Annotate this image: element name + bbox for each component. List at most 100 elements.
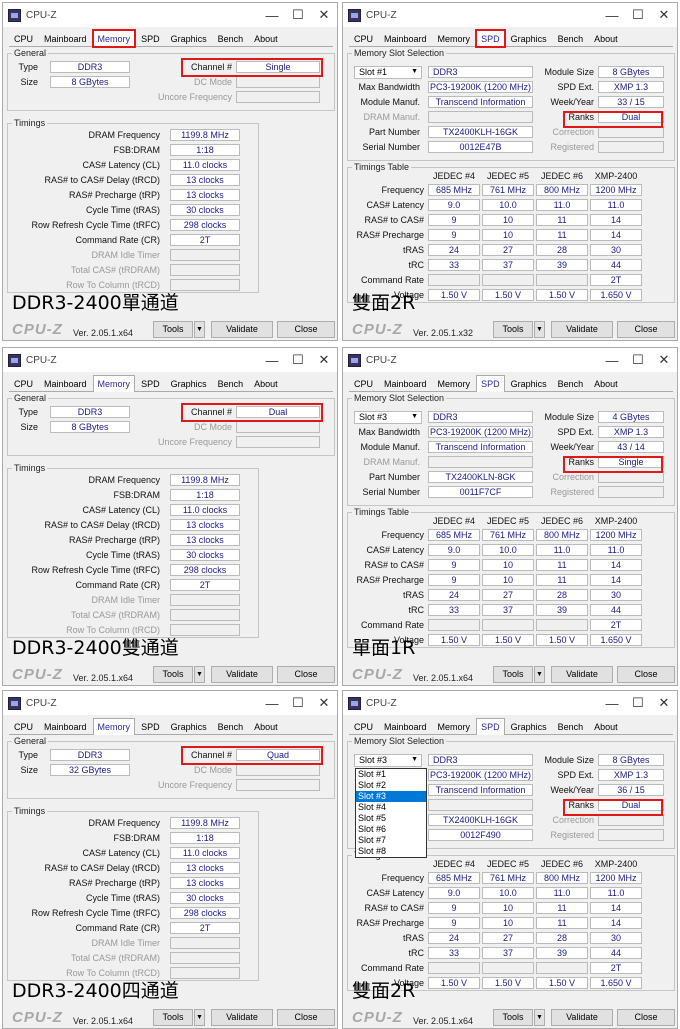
slot-option[interactable]: Slot #7 <box>356 835 426 846</box>
tab-memory[interactable]: Memory <box>433 30 476 47</box>
tab-graphics[interactable]: Graphics <box>506 30 552 47</box>
validate-button[interactable]: Validate <box>551 666 613 683</box>
tab-spd[interactable]: SPD <box>475 29 506 48</box>
tab-bench[interactable]: Bench <box>553 30 589 47</box>
validate-button[interactable]: Validate <box>551 321 613 338</box>
tab-bench[interactable]: Bench <box>213 375 249 392</box>
close-button[interactable]: Close <box>617 321 675 338</box>
tab-cpu[interactable]: CPU <box>349 30 378 47</box>
close-button[interactable]: Close <box>277 321 335 338</box>
minimize-icon[interactable]: — <box>599 696 625 711</box>
close-icon[interactable]: ✕ <box>651 695 677 711</box>
tab-about[interactable]: About <box>589 375 623 392</box>
minimize-icon[interactable]: — <box>259 353 285 368</box>
tab-cpu[interactable]: CPU <box>9 30 38 47</box>
maximize-icon[interactable]: ☐ <box>625 695 651 711</box>
tab-cpu[interactable]: CPU <box>9 375 38 392</box>
tools-dropdown-arrow-icon[interactable]: ▼ <box>194 666 205 683</box>
validate-button[interactable]: Validate <box>211 666 273 683</box>
close-button[interactable]: Close <box>277 666 335 683</box>
maximize-icon[interactable]: ☐ <box>625 7 651 23</box>
tab-bench[interactable]: Bench <box>553 718 589 735</box>
slot-select[interactable]: Slot #3 ▼ <box>354 411 422 424</box>
tab-mainboard[interactable]: Mainboard <box>39 718 92 735</box>
slot-option[interactable]: Slot #6 <box>356 824 426 835</box>
validate-button[interactable]: Validate <box>211 1009 273 1026</box>
chevron-down-icon[interactable]: ▼ <box>411 412 418 422</box>
tab-memory[interactable]: Memory <box>92 718 136 735</box>
slot-option[interactable]: Slot #8 <box>356 846 426 857</box>
tools-dropdown-arrow-icon[interactable]: ▼ <box>194 1009 205 1026</box>
slot-dropdown-list[interactable]: Slot #1 Slot #2 Slot #3 Slot #4 Slot #5 Slot … <box>355 768 427 858</box>
tab-spd[interactable]: SPD <box>136 375 165 392</box>
tab-graphics[interactable]: Graphics <box>506 718 552 735</box>
tab-about[interactable]: About <box>589 30 623 47</box>
validate-button[interactable]: Validate <box>211 321 273 338</box>
tab-mainboard[interactable]: Mainboard <box>39 375 92 392</box>
slot-option[interactable]: Slot #2 <box>356 780 426 791</box>
tab-bench[interactable]: Bench <box>213 30 249 47</box>
tools-dropdown-arrow-icon[interactable]: ▼ <box>534 1009 545 1026</box>
tab-mainboard[interactable]: Mainboard <box>379 375 432 392</box>
tab-mainboard[interactable]: Mainboard <box>379 30 432 47</box>
minimize-icon[interactable]: — <box>259 696 285 711</box>
tab-cpu[interactable]: CPU <box>349 718 378 735</box>
tools-button[interactable]: Tools <box>153 666 193 683</box>
tools-button[interactable]: Tools <box>493 321 533 338</box>
tools-button[interactable]: Tools <box>493 666 533 683</box>
tab-graphics[interactable]: Graphics <box>166 718 212 735</box>
tab-spd[interactable]: SPD <box>476 375 505 392</box>
slot-option[interactable]: Slot #5 <box>356 813 426 824</box>
chevron-down-icon[interactable]: ▼ <box>411 755 418 765</box>
maximize-icon[interactable]: ☐ <box>285 695 311 711</box>
tab-about[interactable]: About <box>249 375 283 392</box>
tab-bench[interactable]: Bench <box>553 375 589 392</box>
tab-spd[interactable]: SPD <box>136 718 165 735</box>
tab-graphics[interactable]: Graphics <box>166 375 212 392</box>
close-icon[interactable]: ✕ <box>311 7 337 23</box>
close-icon[interactable]: ✕ <box>311 695 337 711</box>
minimize-icon[interactable]: — <box>599 353 625 368</box>
tab-memory[interactable]: Memory <box>433 375 476 392</box>
tab-spd[interactable]: SPD <box>476 718 505 735</box>
tab-memory[interactable]: Memory <box>91 29 137 48</box>
tools-dropdown-arrow-icon[interactable]: ▼ <box>194 321 205 338</box>
tab-cpu[interactable]: CPU <box>349 375 378 392</box>
tab-graphics[interactable]: Graphics <box>166 30 212 47</box>
tab-about[interactable]: About <box>249 30 283 47</box>
tab-cpu[interactable]: CPU <box>9 718 38 735</box>
close-icon[interactable]: ✕ <box>651 352 677 368</box>
tools-button[interactable]: Tools <box>493 1009 533 1026</box>
slot-option[interactable]: Slot #1 <box>356 769 426 780</box>
tab-memory[interactable]: Memory <box>92 375 136 392</box>
close-button[interactable]: Close <box>277 1009 335 1026</box>
maximize-icon[interactable]: ☐ <box>285 352 311 368</box>
tools-button[interactable]: Tools <box>153 321 193 338</box>
slot-option[interactable]: Slot #4 <box>356 802 426 813</box>
slot-option[interactable]: Slot #3 <box>356 791 426 802</box>
tab-mainboard[interactable]: Mainboard <box>39 30 92 47</box>
close-button[interactable]: Close <box>617 1009 675 1026</box>
tab-mainboard[interactable]: Mainboard <box>379 718 432 735</box>
validate-button[interactable]: Validate <box>551 1009 613 1026</box>
slot-select[interactable]: Slot #1 ▼ <box>354 66 422 79</box>
tab-about[interactable]: About <box>589 718 623 735</box>
minimize-icon[interactable]: — <box>259 8 285 23</box>
tab-memory[interactable]: Memory <box>433 718 476 735</box>
tools-button[interactable]: Tools <box>153 1009 193 1026</box>
tab-graphics[interactable]: Graphics <box>506 375 552 392</box>
tools-dropdown-arrow-icon[interactable]: ▼ <box>534 321 545 338</box>
minimize-icon[interactable]: — <box>599 8 625 23</box>
tab-bench[interactable]: Bench <box>213 718 249 735</box>
close-button[interactable]: Close <box>617 666 675 683</box>
tab-about[interactable]: About <box>249 718 283 735</box>
chevron-down-icon[interactable]: ▼ <box>411 67 418 77</box>
maximize-icon[interactable]: ☐ <box>625 352 651 368</box>
slot-select[interactable]: Slot #3 ▼ <box>354 754 422 767</box>
maximize-icon[interactable]: ☐ <box>285 7 311 23</box>
close-icon[interactable]: ✕ <box>311 352 337 368</box>
tab-spd[interactable]: SPD <box>136 30 165 47</box>
close-icon[interactable]: ✕ <box>651 7 677 23</box>
uncore-frequency-value <box>236 91 320 103</box>
tools-dropdown-arrow-icon[interactable]: ▼ <box>534 666 545 683</box>
